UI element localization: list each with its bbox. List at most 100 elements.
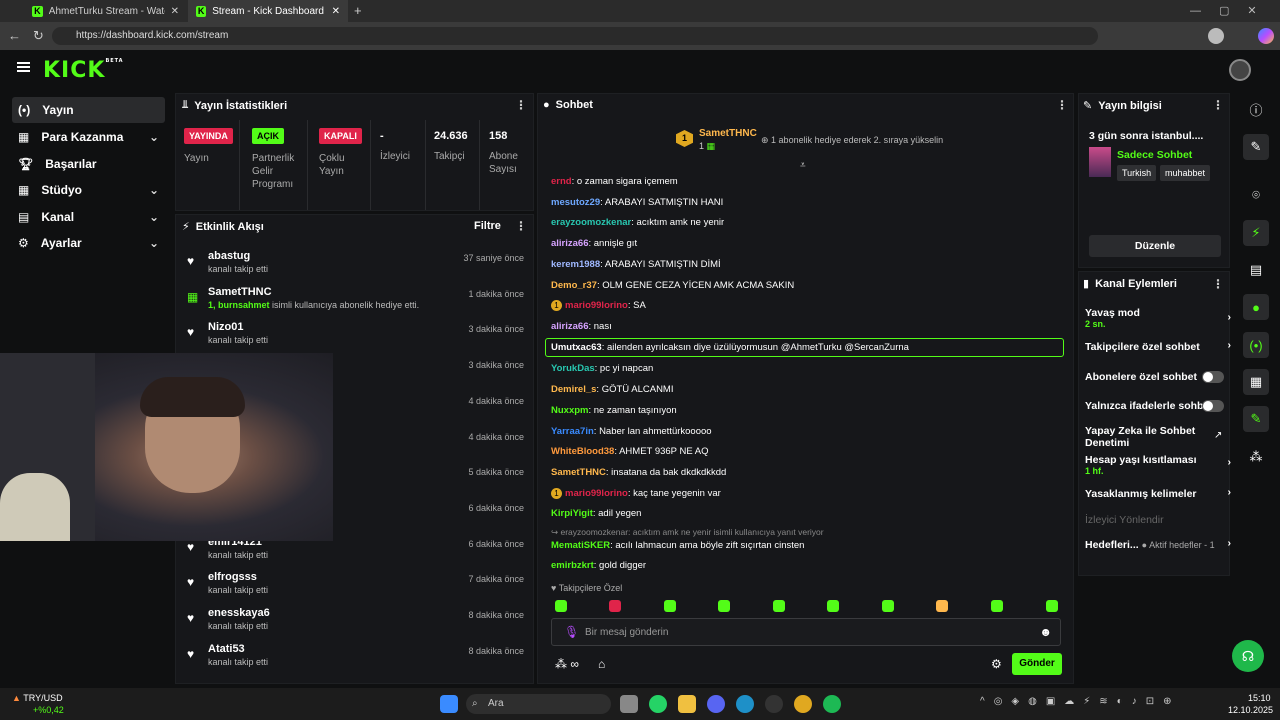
emoji-icon[interactable]: ☻	[1039, 625, 1052, 639]
subscribers-toggle[interactable]	[1202, 371, 1224, 383]
chat-message: Demo_r37: OLM GENE CEZA YİCEN AMK ACMA S…	[551, 280, 794, 291]
goals-item[interactable]: Hedefleri... ● Aktif hedefler - 1 ›	[1085, 537, 1231, 551]
emote-icon[interactable]	[882, 600, 894, 612]
sidebar-item-basarilar[interactable]: 🏆︎ Başarılar	[12, 151, 165, 177]
support-icon[interactable]: ☊	[1232, 640, 1264, 672]
window-controls[interactable]: —▢✕	[1190, 4, 1275, 17]
browser-tab-active[interactable]: K Stream - Kick Dashboard ✕	[188, 0, 348, 22]
discord-icon[interactable]	[707, 695, 725, 713]
chat-username[interactable]: Demirel_s	[551, 384, 596, 395]
banned-words-item[interactable]: Yasaklanmış kelimeler ›	[1085, 486, 1231, 500]
kick-logo[interactable]: KICKBETA	[43, 58, 124, 83]
spotify-icon[interactable]	[823, 695, 841, 713]
gear-icon[interactable]: ⚙	[991, 657, 1002, 671]
emote-only-toggle[interactable]	[1202, 400, 1224, 412]
whatsapp-icon[interactable]	[649, 695, 667, 713]
document-icon[interactable]: ▤	[1243, 257, 1269, 283]
close-icon[interactable]: ✕	[332, 6, 340, 17]
chrome-icon[interactable]	[794, 695, 812, 713]
task-view-icon[interactable]	[620, 695, 638, 713]
more-icon[interactable]: ⋮	[1212, 98, 1224, 112]
chat-username[interactable]: Umutxac63	[551, 342, 602, 353]
filter-button[interactable]: Filtre	[474, 220, 501, 232]
emote-icon[interactable]	[827, 600, 839, 612]
emote-icon[interactable]	[1046, 600, 1058, 612]
sidebar-item-yayin[interactable]: (•) Yayın	[12, 97, 165, 123]
ai-moderation-item[interactable]: Yapay Zeka ile Sohbet Denetimi	[1085, 425, 1205, 449]
layout-icon[interactable]: ▦	[1243, 369, 1269, 395]
folder-icon[interactable]	[678, 695, 696, 713]
camera-icon[interactable]: ⌾	[1243, 182, 1269, 208]
browser-tab[interactable]: K AhmetTurku Stream - Watch Live ✕	[24, 0, 187, 22]
external-link-icon[interactable]: ↗	[1214, 430, 1222, 441]
chat-username[interactable]: erayzoomozkenar	[551, 217, 631, 228]
edit-button[interactable]: Düzenle	[1089, 235, 1221, 257]
more-icon[interactable]: ⋮	[1056, 98, 1068, 112]
chat-username[interactable]: Demo_r37	[551, 280, 597, 291]
windows-start-icon[interactable]	[440, 695, 458, 713]
chat-icon[interactable]: ●	[1243, 294, 1269, 320]
tray-icons[interactable]: ^◎◈◍▣☁⚡︎≋◐♪⊡⊕	[980, 696, 1180, 707]
emote-icon[interactable]	[718, 600, 730, 612]
more-icon[interactable]: ⋮	[515, 219, 527, 233]
followers-chat-item[interactable]: Takipçilere özel sohbet ›	[1085, 339, 1231, 353]
new-tab-icon[interactable]: +	[354, 3, 362, 18]
url-field[interactable]: https://dashboard.kick.com/stream	[52, 27, 1098, 45]
sidebar-item-para-kazanma[interactable]: ▦ Para Kazanma ⌄	[12, 124, 165, 150]
sidebar-item-ayarlar[interactable]: ⚙ Ayarlar ⌄	[12, 230, 165, 256]
edge-icon[interactable]	[736, 695, 754, 713]
copilot-icon[interactable]	[1258, 28, 1274, 44]
chat-username[interactable]: Yarraa7in	[551, 426, 594, 437]
taskbar-search[interactable]: ⌕ Ara	[466, 694, 611, 714]
broadcast-icon[interactable]: (•)	[1243, 332, 1269, 358]
bolt-icon[interactable]: ⚡︎	[1243, 220, 1269, 246]
profile-avatar[interactable]	[1208, 28, 1224, 44]
chat-username[interactable]: aliriza66	[551, 238, 589, 249]
sidebar-item-kanal[interactable]: ▤ Kanal ⌄	[12, 204, 165, 230]
chat-username[interactable]: aliriza66	[551, 321, 589, 332]
steam-icon[interactable]	[765, 695, 783, 713]
account-age-item[interactable]: Hesap yaşı kısıtlaması 1 hf. ›	[1085, 454, 1231, 476]
chat-username[interactable]: mesutoz29	[551, 197, 600, 208]
collapse-icon[interactable]: ⩡	[800, 160, 806, 171]
chat-username[interactable]: mario99lorino	[565, 488, 628, 499]
user-avatar[interactable]	[1229, 59, 1251, 81]
more-icon[interactable]: ⋮	[515, 98, 527, 112]
ticker-widget[interactable]: ▲ TRY/USD	[12, 693, 63, 703]
chat-username[interactable]: ernd	[551, 176, 572, 187]
slow-mode-item[interactable]: Yavaş mod 2 sn. ›	[1085, 307, 1231, 329]
nav-buttons[interactable]: ←↻	[8, 28, 56, 44]
emote-icon[interactable]	[609, 600, 621, 612]
emote-icon[interactable]	[555, 600, 567, 612]
chat-username[interactable]: Nuxxpm	[551, 405, 588, 416]
emote-icon[interactable]	[664, 600, 676, 612]
info-icon[interactable]: ⓘ	[1243, 96, 1269, 122]
tools-icon[interactable]: ⁂ ∞	[555, 657, 579, 671]
store-icon[interactable]: ⌂	[598, 657, 605, 671]
chat-username[interactable]: WhiteBlood38	[551, 446, 614, 457]
emote-icon[interactable]	[991, 600, 1003, 612]
chat-username[interactable]: YorukDas	[551, 363, 595, 374]
emote-icon[interactable]	[936, 600, 948, 612]
chat-username[interactable]: KirpiYigit	[551, 508, 593, 519]
chat-username[interactable]: kerem1988	[551, 259, 600, 270]
bars-icon: ▤	[18, 210, 30, 224]
category-name[interactable]: Sadece Sohbet	[1117, 149, 1192, 161]
close-icon[interactable]: ✕	[171, 6, 179, 17]
chat-input[interactable]: 🎙︎ Bir mesaj gönderin ☻	[551, 618, 1061, 646]
wrench-icon[interactable]: ✎	[1243, 406, 1269, 432]
chat-username[interactable]: mario99lorino	[565, 300, 628, 311]
chat-username[interactable]: SametTHNC	[551, 467, 606, 478]
apps-icon[interactable]: ⁂	[1243, 444, 1269, 470]
chat-username[interactable]: MematiSKER	[551, 540, 610, 551]
menu-icon[interactable]	[17, 62, 30, 72]
more-icon[interactable]: ⋮	[1212, 277, 1224, 291]
send-button[interactable]: Gönder	[1012, 653, 1062, 675]
edit-icon[interactable]: ✎	[1243, 134, 1269, 160]
sidebar-item-studyo[interactable]: ▦ Stüdyo ⌄	[12, 177, 165, 203]
wrench-icon: ✎	[1083, 100, 1093, 112]
chat-username[interactable]: emirbzkrt	[551, 560, 594, 571]
mic-icon[interactable]: 🎙︎	[564, 625, 579, 639]
leader-username[interactable]: SametTHNC	[699, 128, 757, 139]
emote-icon[interactable]	[773, 600, 785, 612]
